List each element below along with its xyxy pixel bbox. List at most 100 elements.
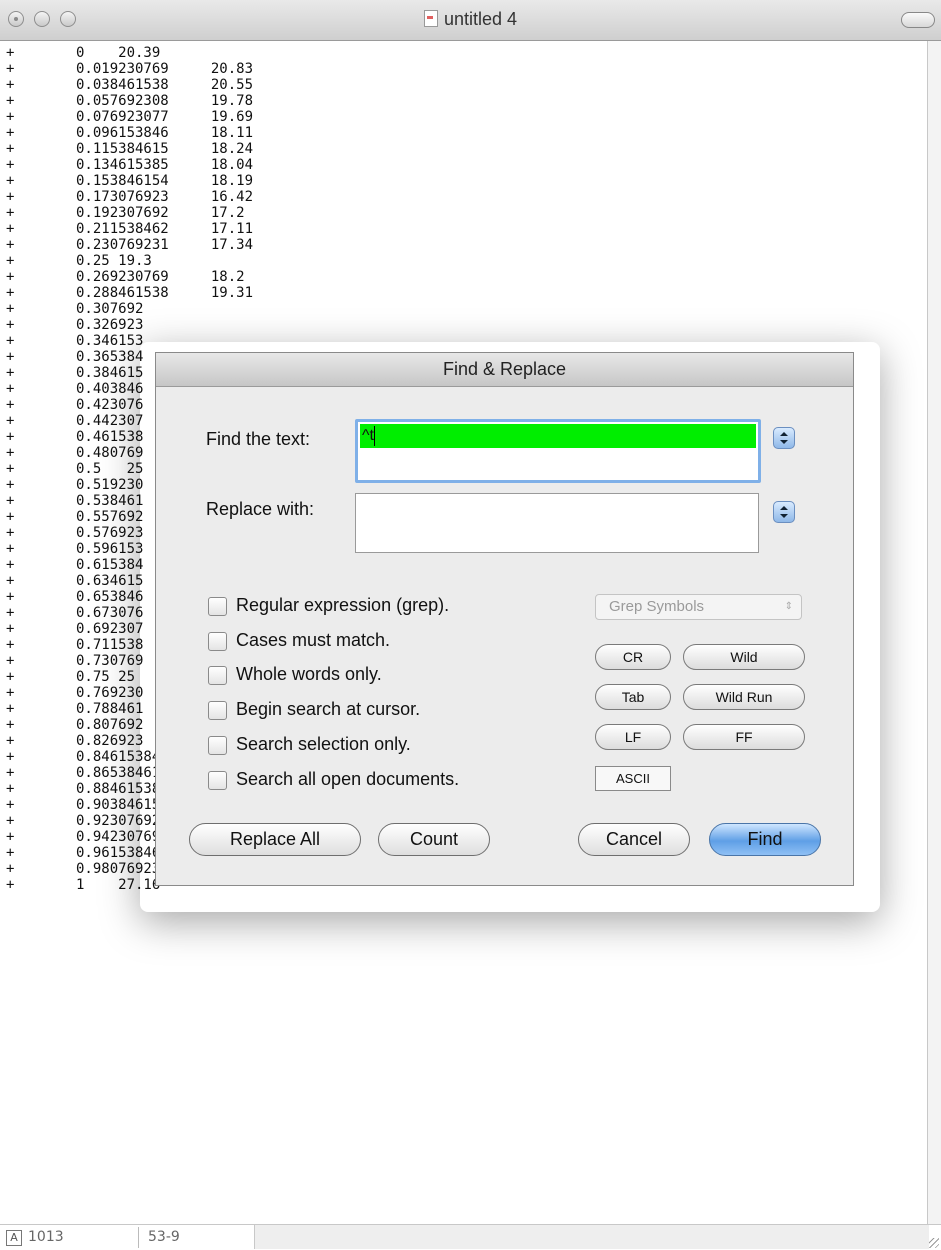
all-documents-checkbox[interactable] (208, 771, 227, 790)
line-marker: + (6, 285, 15, 301)
line-values: 0.173076923 16.42 (76, 189, 254, 205)
line-values: 0.076923077 19.69 (76, 109, 254, 125)
find-button[interactable]: Find (709, 823, 821, 856)
find-label: Find the text: (206, 429, 311, 449)
replace-all-button[interactable]: Replace All (189, 823, 361, 856)
line-marker: + (6, 93, 15, 109)
find-text-field[interactable]: ^t (355, 419, 761, 483)
line-values: 0 20.39 (76, 45, 161, 61)
regex-checkbox[interactable] (208, 597, 227, 616)
line-marker: + (6, 253, 15, 269)
line-marker: + (6, 685, 15, 701)
line-marker: + (6, 589, 15, 605)
line-marker: + (6, 845, 15, 861)
line-marker: + (6, 461, 15, 477)
line-values: 0.384615 (76, 365, 144, 381)
line-marker: + (6, 141, 15, 157)
line-values: 0.711538 (76, 637, 144, 653)
line-values: 0.576923 (76, 525, 144, 541)
line-marker: + (6, 813, 15, 829)
line-values: 0.480769 (76, 445, 144, 461)
line-marker: + (6, 221, 15, 237)
line-values: 0.596153 (76, 541, 144, 557)
line-values: 0.5 25 (76, 461, 144, 477)
count-button[interactable]: Count (378, 823, 490, 856)
line-marker: + (6, 45, 15, 61)
line-values: 0.538461 (76, 493, 144, 509)
line-marker: + (6, 829, 15, 845)
line-marker: + (6, 781, 15, 797)
case-label: Cases must match. (236, 630, 391, 650)
case-checkbox[interactable] (208, 632, 227, 651)
line-values: 0.519230 (76, 477, 144, 493)
line-values: 0.192307692 17.2 (76, 205, 245, 221)
window-title-text: untitled 4 (443, 9, 518, 29)
replace-history-stepper[interactable] (773, 501, 795, 523)
line-marker: + (6, 365, 15, 381)
line-values: 0.461538 (76, 429, 144, 445)
line-values: 0.057692308 19.78 (76, 93, 254, 109)
document-icon (423, 10, 438, 27)
status-bar: A 1013 53-9 (0, 1224, 941, 1250)
window-title: untitled 4 (0, 9, 941, 30)
line-marker: + (6, 557, 15, 573)
line-marker: + (6, 669, 15, 685)
line-marker: + (6, 861, 15, 877)
tab-button[interactable]: Tab (595, 684, 671, 710)
popup-arrows-icon: ⇕ (784, 601, 793, 612)
cancel-button[interactable]: Cancel (578, 823, 690, 856)
line-marker: + (6, 157, 15, 173)
line-marker: + (6, 237, 15, 253)
line-values: 0.653846 (76, 589, 144, 605)
line-values: 0.615384 (76, 557, 144, 573)
line-marker: + (6, 125, 15, 141)
selection-only-label: Search selection only. (236, 734, 411, 754)
ff-button[interactable]: FF (683, 724, 805, 750)
wild-run-button[interactable]: Wild Run (683, 684, 805, 710)
line-marker: + (6, 733, 15, 749)
dialog-title: Find & Replace (156, 353, 853, 387)
line-marker: + (6, 109, 15, 125)
line-values: 0.288461538 19.31 (76, 285, 254, 301)
ascii-button[interactable]: ASCII (595, 766, 671, 791)
find-history-stepper[interactable] (773, 427, 795, 449)
line-marker: + (6, 765, 15, 781)
line-marker: + (6, 477, 15, 493)
replace-text-field[interactable] (355, 493, 759, 553)
whole-words-checkbox[interactable] (208, 666, 227, 685)
line-values: 0.230769231 17.34 (76, 237, 254, 253)
grep-symbols-popup: Grep Symbols ⇕ (595, 594, 802, 620)
line-marker: + (6, 621, 15, 637)
horizontal-scrollbar[interactable] (254, 1225, 929, 1249)
lf-button[interactable]: LF (595, 724, 671, 750)
line-values: 0.442307 (76, 413, 144, 429)
selection-only-checkbox[interactable] (208, 736, 227, 755)
line-values: 0.730769 (76, 653, 144, 669)
begin-cursor-checkbox[interactable] (208, 701, 227, 720)
line-values: 0.115384615 18.24 (76, 141, 254, 157)
line-marker: + (6, 701, 15, 717)
line-values: 0.423076 (76, 397, 144, 413)
line-marker: + (6, 509, 15, 525)
line-marker: + (6, 493, 15, 509)
line-values: 0.211538462 17.11 (76, 221, 254, 237)
line-marker: + (6, 205, 15, 221)
find-replace-dialog: Find & Replace Find the text: ^t Replace… (155, 352, 854, 886)
line-values: 0.673076 (76, 605, 144, 621)
line-values: 0.019230769 20.83 (76, 61, 254, 77)
line-marker: + (6, 77, 15, 93)
toolbar-toggle-button[interactable] (901, 12, 935, 28)
cr-button[interactable]: CR (595, 644, 671, 670)
resize-grip-icon[interactable] (929, 1238, 939, 1248)
all-documents-label: Search all open documents. (236, 769, 460, 789)
line-values: 0.634615 (76, 573, 144, 589)
line-marker: + (6, 797, 15, 813)
line-values: 0.403846 (76, 381, 144, 397)
replace-label: Replace with: (206, 499, 315, 519)
wild-button[interactable]: Wild (683, 644, 805, 670)
vertical-scrollbar[interactable] (927, 41, 941, 1224)
begin-cursor-label: Begin search at cursor. (236, 699, 421, 719)
text-encoding-icon[interactable]: A (6, 1230, 22, 1246)
line-values: 0.096153846 18.11 (76, 125, 254, 141)
line-values: 0.346153 (76, 333, 144, 349)
